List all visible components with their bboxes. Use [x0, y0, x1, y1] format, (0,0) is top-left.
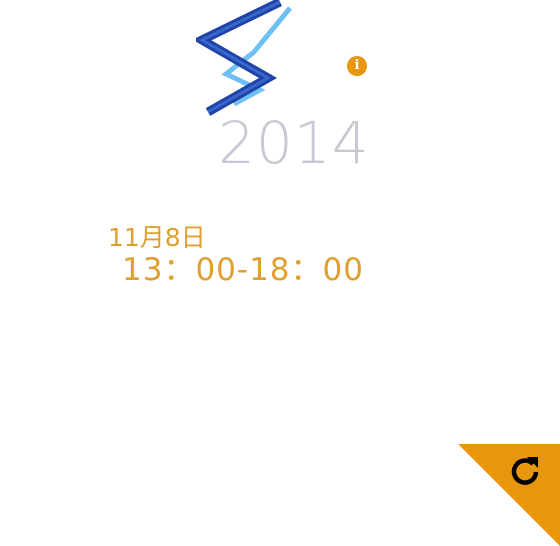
reload-button[interactable]	[458, 444, 560, 546]
event-date: 11月8日	[108, 223, 206, 252]
year-title: 2014	[218, 109, 370, 177]
event-time: 13：00-18：00	[122, 252, 364, 288]
info-icon[interactable]: i	[347, 56, 367, 76]
reload-icon	[511, 457, 539, 485]
zigzag-ribbon-logo-icon	[196, 0, 292, 116]
